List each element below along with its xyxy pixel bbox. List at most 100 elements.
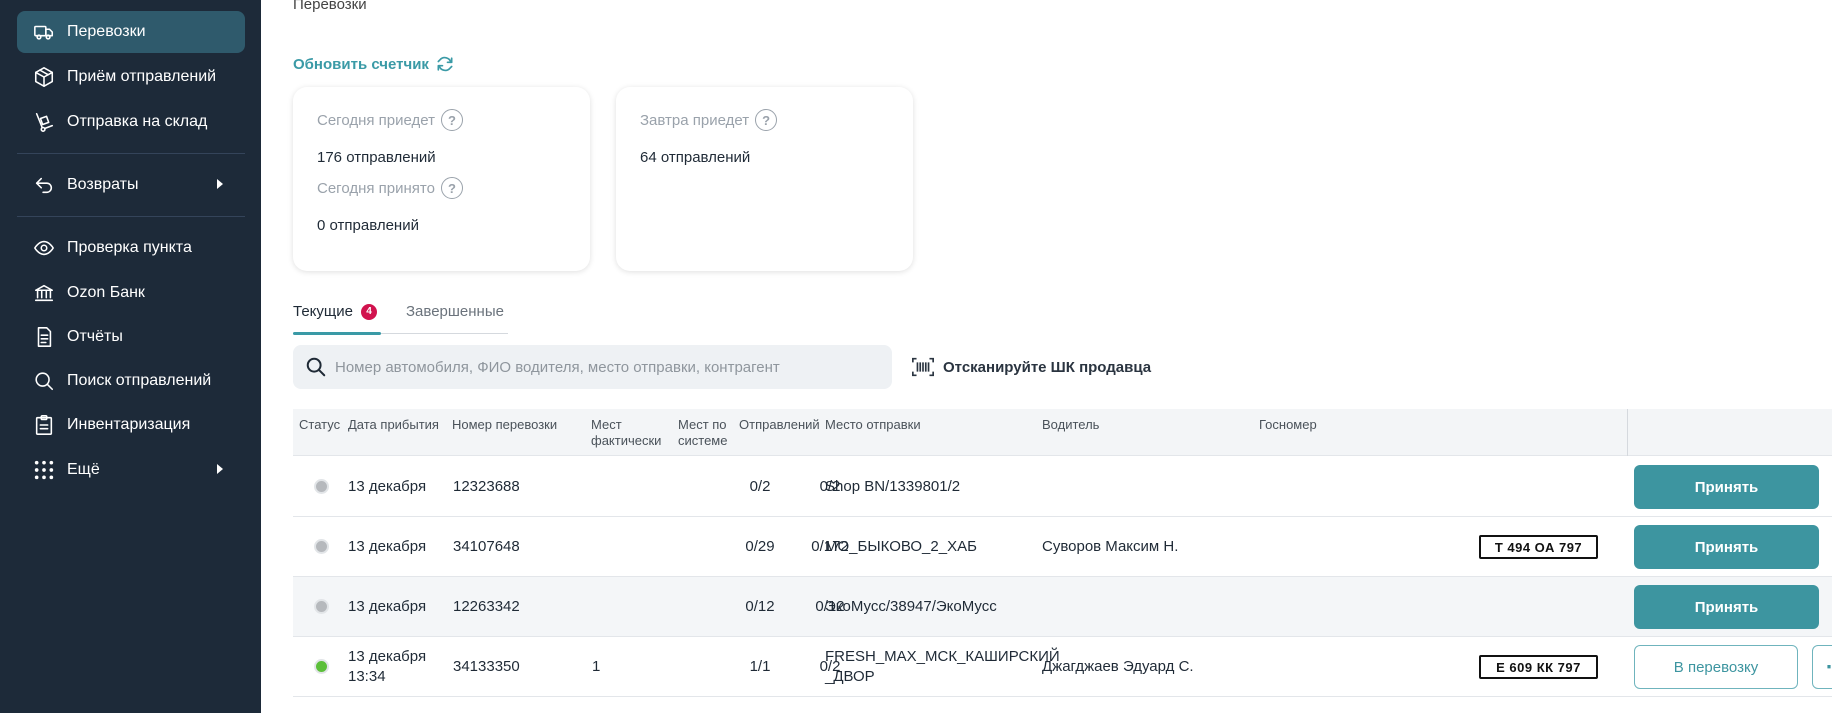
table-row[interactable]: 13 декабря 34107648 0/29 0/172 МО_БЫКОВО… [293, 517, 1832, 577]
truck-icon [33, 21, 55, 43]
barcode-scan-icon [912, 357, 934, 377]
chevron-right-icon [217, 464, 223, 474]
tab-finished[interactable]: Завершенные [406, 303, 504, 320]
accept-button[interactable]: Принять [1634, 525, 1819, 569]
document-icon [33, 326, 55, 348]
cell-places-actual: 1 [592, 658, 601, 675]
tomorrow-arrive-label: Завтра приедет ? [640, 109, 778, 131]
cell-driver: Джагджаев Эдуард С. [1042, 658, 1194, 675]
sidebar-item-label: Инвентаризация [67, 416, 191, 433]
scan-seller-barcode-button[interactable]: Отсканируйте ШК продавца [911, 356, 1151, 378]
table-header: Статус Дата прибытия Номер перевозки Мес… [293, 409, 1832, 456]
sidebar-item-returns[interactable]: Возвраты [17, 164, 245, 206]
search-icon [306, 357, 326, 377]
today-accepted-label: Сегодня принято ? [317, 177, 463, 199]
sidebar-item-ozon-bank[interactable]: Ozon Банк [17, 272, 245, 314]
scan-label: Отсканируйте ШК продавца [943, 358, 1152, 376]
col-places-actual-line2: фактически [591, 433, 662, 448]
sidebar-item-send-to-warehouse[interactable]: Отправка на склад [17, 101, 245, 143]
status-dot [314, 599, 329, 614]
refresh-icon [437, 56, 453, 72]
bank-icon [33, 282, 55, 304]
clipboard-icon [33, 414, 55, 436]
today-accepted-value: 0 отправлений [317, 217, 419, 234]
license-plate: Е 609 КК 797 [1479, 655, 1598, 679]
sidebar-item-label: Перевозки [67, 23, 146, 40]
sidebar: Перевозки Приём отправлений Отправка на … [0, 0, 261, 713]
today-accepted-text: Сегодня принято [317, 179, 435, 197]
today-arrive-text: Сегодня приедет [317, 111, 435, 129]
sidebar-item-more[interactable]: Ещё [17, 449, 245, 491]
cell-time: 13:34 [348, 668, 386, 685]
help-icon[interactable]: ? [440, 109, 463, 131]
col-arrival-date: Дата прибытия [348, 417, 439, 432]
sidebar-item-label: Отчёты [67, 328, 123, 345]
help-icon[interactable]: ? [755, 109, 778, 131]
col-places-system: Мест по системе [678, 417, 727, 449]
table-row[interactable]: 13 декабря 12323688 0/2 0/2 Shop BN/1339… [293, 457, 1832, 517]
box-icon [33, 66, 55, 88]
sidebar-item-label: Проверка пункта [67, 239, 192, 256]
sidebar-divider [17, 153, 245, 154]
accept-button[interactable]: Принять [1634, 585, 1819, 629]
active-tab-indicator [293, 332, 381, 335]
cell-date: 13 декабря [348, 648, 427, 665]
refresh-counter-link[interactable]: Обновить счетчик [293, 54, 455, 74]
chevron-right-icon [217, 179, 223, 189]
tab-current-label: Текущие [293, 303, 353, 320]
cell-origin: МО_БЫКОВО_2_ХАБ [825, 538, 977, 555]
sidebar-item-point-check[interactable]: Проверка пункта [17, 227, 245, 269]
tomorrow-arrive-text: Завтра приедет [640, 111, 750, 129]
license-plate: Т 494 ОА 797 [1479, 535, 1598, 559]
sidebar-item-transportations[interactable]: Перевозки [17, 11, 245, 53]
col-status: Статус [299, 417, 341, 432]
today-stats-card: Сегодня приедет ? 176 отправлений Сегодн… [293, 87, 590, 271]
sidebar-item-label: Отправка на склад [67, 113, 208, 130]
col-shipments: Отправлений [739, 417, 820, 432]
table-row[interactable]: 13 декабря 13:34 34133350 1 1/1 0/2 FRES… [293, 637, 1832, 697]
sidebar-item-inventory[interactable]: Инвентаризация [17, 404, 245, 446]
sidebar-divider [17, 216, 245, 217]
hand-truck-icon [33, 111, 55, 133]
cell-date: 13 декабря [348, 538, 427, 555]
main-content: Перевозки Обновить счетчик Сегодня приед… [261, 0, 1832, 713]
cell-date: 13 декабря [348, 598, 427, 615]
sidebar-item-label: Ozon Банк [67, 284, 145, 301]
status-dot [314, 479, 329, 494]
sidebar-item-search-shipments[interactable]: Поиск отправлений [17, 360, 245, 402]
return-icon [33, 174, 55, 196]
col-places-actual: Мест фактически [591, 417, 661, 449]
col-origin: Место отправки [825, 417, 921, 432]
sidebar-item-label: Приём отправлений [67, 68, 217, 85]
grid-dots-icon [33, 459, 55, 481]
col-places-system-line1: Мест по [678, 417, 727, 432]
status-dot [314, 659, 329, 674]
accept-button[interactable]: Принять [1634, 465, 1819, 509]
sidebar-item-label: Ещё [67, 461, 100, 478]
col-places-actual-line1: Мест [591, 417, 622, 432]
today-arrive-value: 176 отправлений [317, 149, 436, 166]
search-input[interactable] [335, 358, 875, 376]
cell-places-system-text: 0/12 [745, 598, 775, 615]
to-transport-button[interactable]: В перевозку [1634, 645, 1798, 689]
sidebar-item-reports[interactable]: Отчёты [17, 316, 245, 358]
table-row[interactable]: 13 декабря 12263342 0/12 0/12 ЭкоМусс/38… [293, 577, 1832, 637]
sidebar-item-label: Поиск отправлений [67, 372, 212, 389]
count-badge: 4 [360, 303, 377, 320]
help-icon[interactable]: ? [440, 177, 463, 199]
sidebar-item-receive-shipments[interactable]: Приём отправлений [17, 56, 245, 98]
tomorrow-stats-card: Завтра приедет ? 64 отправлений [616, 87, 913, 271]
cell-origin-line2: _ДВОР [825, 668, 875, 685]
col-transport-number: Номер перевозки [452, 417, 558, 432]
sidebar-item-label: Возвраты [67, 176, 139, 193]
actions-column-divider [1627, 409, 1628, 456]
col-driver: Водитель [1042, 417, 1100, 432]
status-dot [314, 539, 329, 554]
cell-number: 34107648 [453, 538, 520, 555]
tab-finished-label: Завершенные [406, 303, 504, 320]
tab-current[interactable]: Текущие 4 [293, 303, 377, 320]
more-options-button[interactable]: ⋯ [1812, 645, 1832, 689]
cell-places-system-text: 0/29 [745, 538, 775, 555]
cell-date: 13 декабря [348, 478, 427, 495]
cell-origin: Shop BN/1339801/2 [825, 478, 961, 495]
